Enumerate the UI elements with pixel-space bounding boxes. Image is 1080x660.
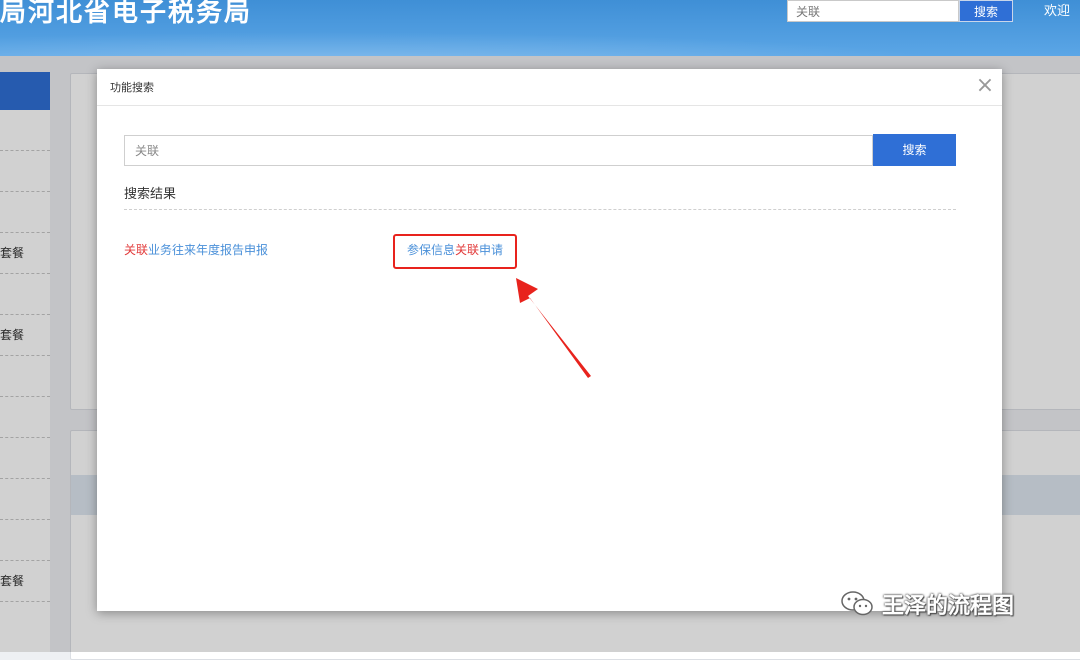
arrow-shape: [516, 278, 591, 378]
watermark: 王泽的流程图: [840, 588, 1014, 620]
watermark-text: 王泽的流程图: [882, 594, 1015, 619]
red-arrow-annotation: [516, 278, 591, 378]
wechat-icon: [841, 591, 873, 616]
